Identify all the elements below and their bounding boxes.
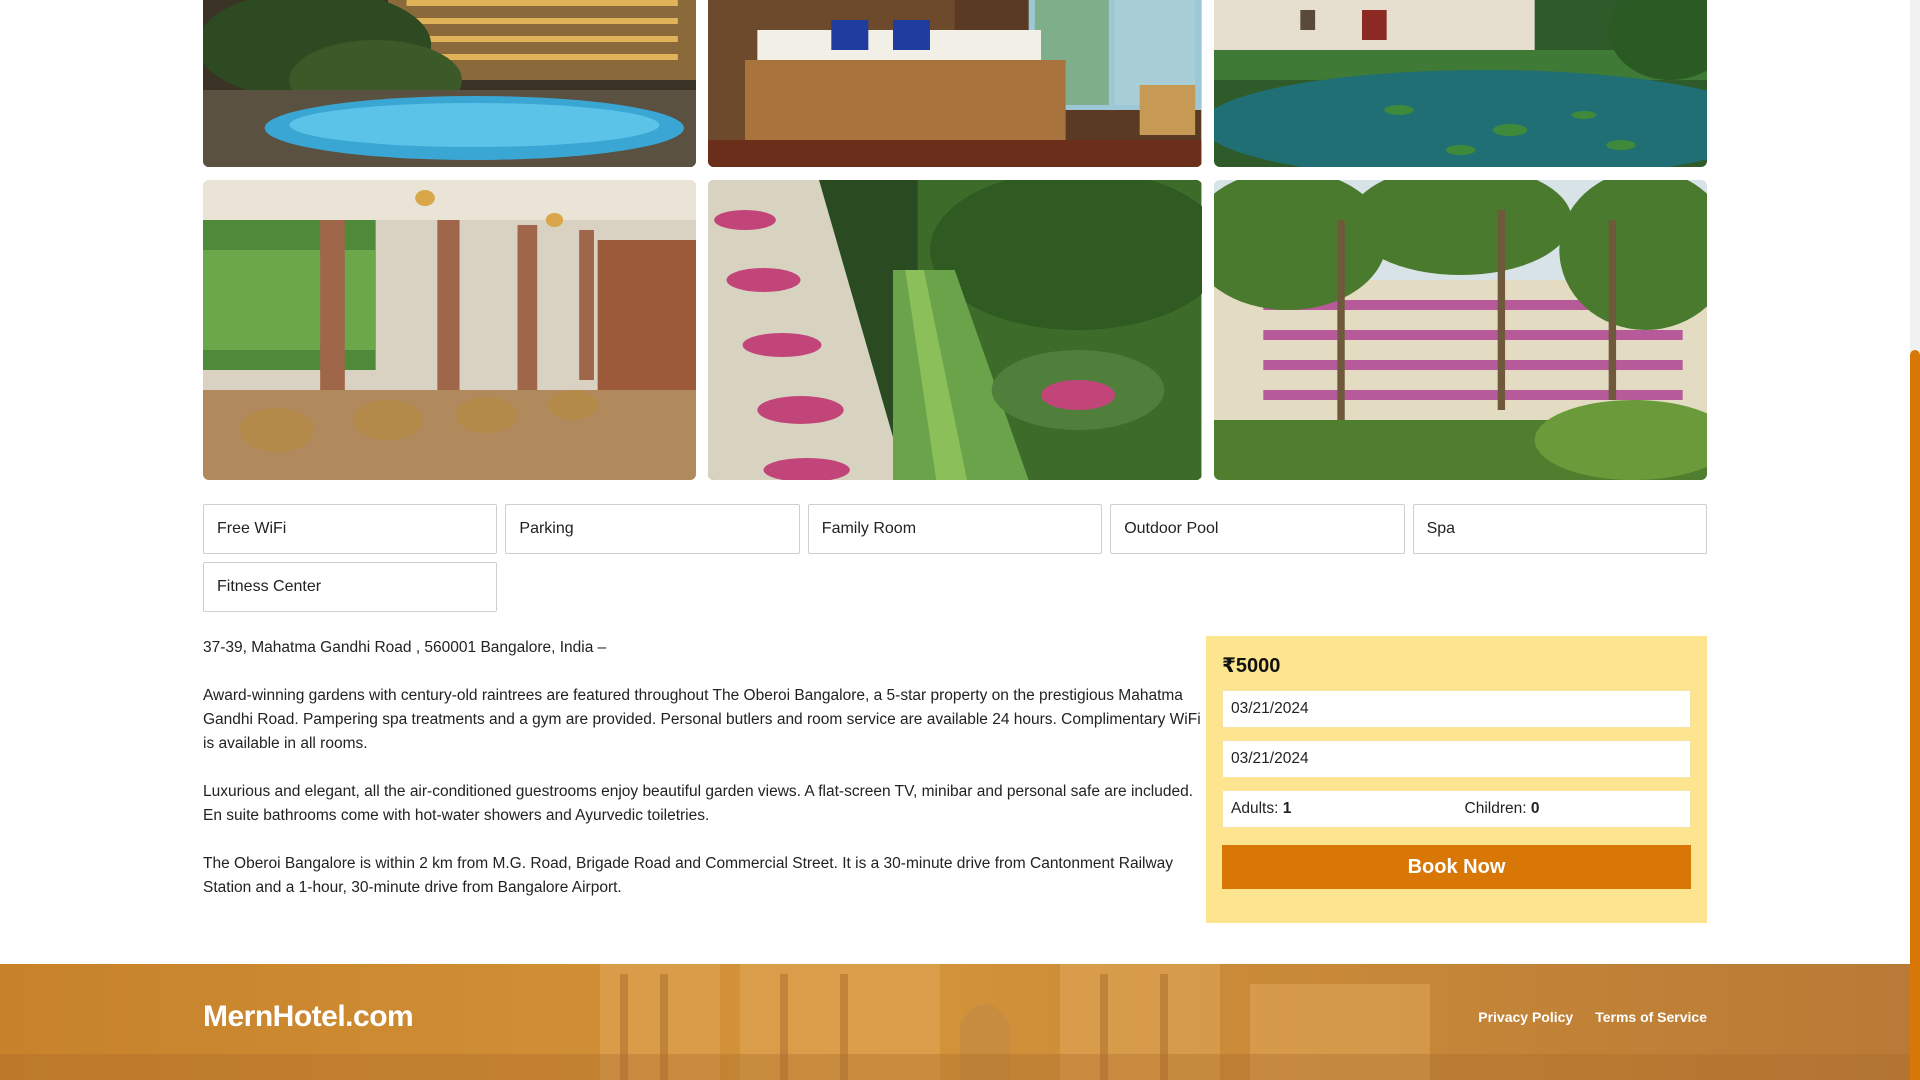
price-per-night: ₹5000 [1222,655,1281,677]
adults-value: 1 [1282,800,1292,817]
check-in-date-field[interactable]: 03/21/2024 [1222,690,1691,728]
gallery-photo-facade[interactable] [1213,180,1707,480]
facility-spa: Spa [1412,504,1707,554]
hotel-description: 37-39, Mahatma Gandhi Road , 560001 Bang… [203,636,1203,924]
footer-content: MernHotel.com Privacy Policy Terms of Se… [203,964,1707,1080]
facility-family-room: Family Room [807,504,1103,554]
adults-input[interactable]: Adults: 1 [1223,800,1457,818]
hotel-detail-page: Free WiFi Parking Family Room Outdoor Po… [0,0,1920,1080]
book-now-button[interactable]: Book Now [1222,845,1691,889]
description-paragraph-2: Luxurious and elegant, all the air-condi… [203,783,1194,824]
privacy-policy-link[interactable]: Privacy Policy [1478,1009,1573,1025]
check-out-date-field[interactable]: 03/21/2024 [1222,740,1691,778]
site-footer: MernHotel.com Privacy Policy Terms of Se… [0,964,1910,1080]
facility-fitness-center: Fitness Center [203,562,498,612]
facility-outdoor-pool: Outdoor Pool [1110,504,1405,554]
booking-card: ₹5000 03/21/2024 03/21/2024 Adults: 1 Ch… [1206,636,1707,923]
footer-brand-logo[interactable]: MernHotel.com [203,1000,414,1034]
hotel-address: 37-39, Mahatma Gandhi Road , 560001 Bang… [203,639,607,656]
children-input[interactable]: Children: 0 [1457,800,1691,818]
guest-count-field: Adults: 1 Children: 0 [1222,790,1691,828]
gallery-photo-garden[interactable] [708,180,1202,480]
gallery-photo-lily-pond[interactable] [1213,0,1707,167]
facility-free-wifi: Free WiFi [203,504,498,554]
footer-links: Privacy Policy Terms of Service [1478,1009,1707,1025]
description-paragraph-3: The Oberoi Bangalore is within 2 km from… [203,855,1174,896]
scrollbar-thumb[interactable] [1910,350,1920,1080]
adults-label: Adults: [1231,800,1279,817]
children-label: Children: [1464,800,1527,817]
terms-of-service-link[interactable]: Terms of Service [1595,1009,1707,1025]
page-scrollbar[interactable] [1910,0,1920,1080]
check-in-date-value: 03/21/2024 [1231,700,1309,717]
gallery-photo-bedroom[interactable] [708,0,1202,167]
description-paragraph-1: Award-winning gardens with century-old r… [203,687,1201,752]
check-out-date-value: 03/21/2024 [1231,750,1309,767]
gallery-photo-terrace[interactable] [203,180,697,480]
gallery-row-bottom [203,180,1707,480]
facility-parking: Parking [505,504,800,554]
gallery-row-top [203,0,1707,167]
gallery-photo-pool[interactable] [203,0,697,167]
facilities-list: Free WiFi Parking Family Room Outdoor Po… [203,504,1707,612]
children-value: 0 [1530,800,1540,817]
